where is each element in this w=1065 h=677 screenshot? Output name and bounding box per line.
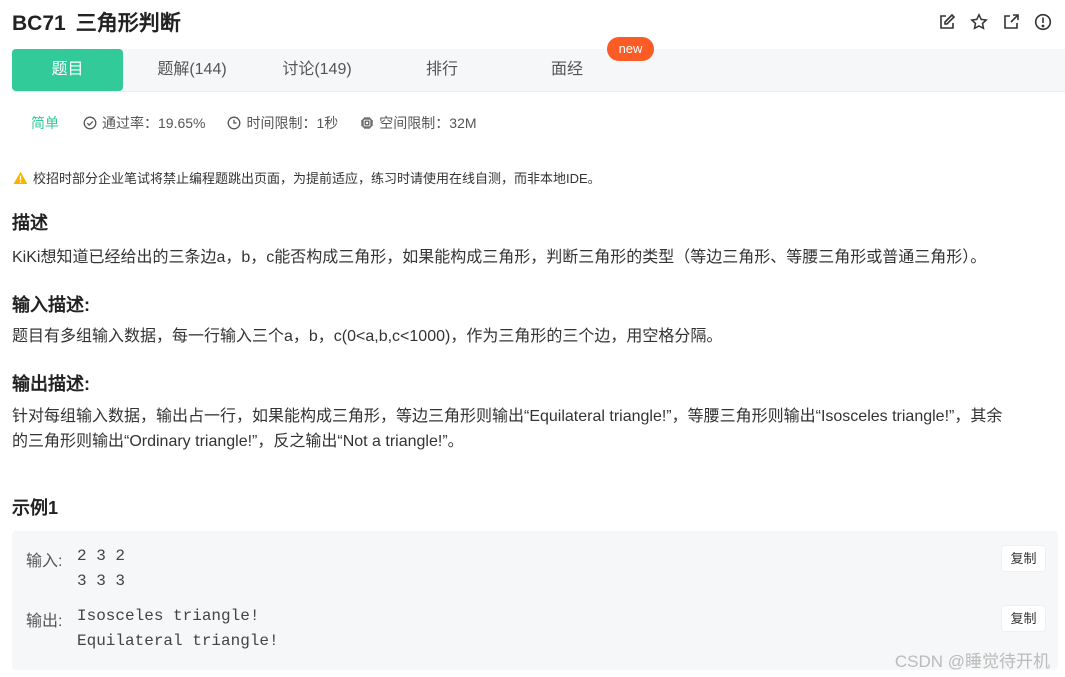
external-link-icon[interactable] [1001,12,1021,32]
tab-ranking[interactable]: 排行 [392,49,492,91]
new-badge: new [607,37,654,61]
problem-header: BC71 三角形判断 [12,10,1053,38]
info-icon[interactable] [1033,12,1053,32]
warning-notice: 校招时部分企业笔试将禁止编程题跳出页面，为提前适应，练习时请使用在线自测，而非本… [13,168,601,187]
description-text: KiKi想知道已经给出的三条边a，b，c能否构成三角形，如果能构成三角形，判断三… [12,249,987,266]
space-limit: 空间限制：32M [360,113,477,133]
header-actions [937,12,1053,32]
copy-input-button[interactable]: 复制 [1002,546,1045,571]
pass-rate: 通过率：19.65% [83,113,205,133]
chip-icon [361,117,374,129]
tab-discussion[interactable]: 讨论(149) [267,49,367,91]
output-desc-line-2: 的三角形则输出“Ordinary triangle!”，反之输出“Not a t… [12,433,464,450]
example-input-label: 输入: [26,553,63,570]
warning-text: 校招时部分企业笔试将禁止编程题跳出页面，为提前适应，练习时请使用在线自测，而非本… [33,171,601,186]
warning-icon [13,171,28,184]
example-input-code[interactable]: 2 3 2 3 3 3 [77,544,125,594]
example-output-label: 输出: [26,613,63,630]
example-output-code[interactable]: Isosceles triangle! Equilateral triangle! [77,604,279,654]
tab-bar: 题目 题解(144) 讨论(149) 排行 面经 [12,49,1065,92]
edit-icon[interactable] [937,12,957,32]
input-desc-heading: 输入描述: [12,295,90,315]
check-circle-icon [83,116,97,130]
space-limit-text: 空间限制：32M [379,115,477,131]
copy-output-button[interactable]: 复制 [1002,606,1045,631]
time-limit: 时间限制：1秒 [227,113,338,133]
pass-rate-text: 通过率：19.65% [102,115,206,131]
problem-title: 三角形判断 [75,12,181,35]
example-input-line: 3 3 3 [77,572,126,590]
example-output-line: Equilateral triangle! [77,632,279,650]
output-desc-heading: 输出描述: [12,374,90,394]
output-desc-line-1: 针对每组输入数据，输出占一行，如果能构成三角形，等边三角形则输出“Equilat… [12,408,1003,425]
star-icon[interactable] [969,12,989,32]
output-desc-text: 针对每组输入数据，输出占一行，如果能构成三角形，等边三角形则输出“Equilat… [12,404,1057,454]
tab-problem[interactable]: 题目 [12,49,123,91]
input-desc-text: 题目有多组输入数据，每一行输入三个a，b，c(0<a,b,c<1000)，作为三… [12,328,723,345]
example-input-line: 2 3 2 [77,547,126,565]
tab-solutions[interactable]: 题解(144) [142,49,242,91]
difficulty-badge: 简单 [31,115,59,131]
problem-id: BC71 [12,12,66,35]
problem-meta: 简单 通过率：19.65% 时间限制：1秒 空间限制：32M [31,113,499,133]
clock-icon [228,116,241,130]
page-title: BC71 三角形判断 [12,10,1053,38]
tab-interview[interactable]: 面经 [517,49,617,91]
example-heading: 示例1 [12,498,59,518]
description-heading: 描述 [12,213,48,233]
example-output-line: Isosceles triangle! [77,607,260,625]
time-limit-text: 时间限制：1秒 [246,115,339,131]
watermark: CSDN @睡觉待开机 [894,652,1050,671]
